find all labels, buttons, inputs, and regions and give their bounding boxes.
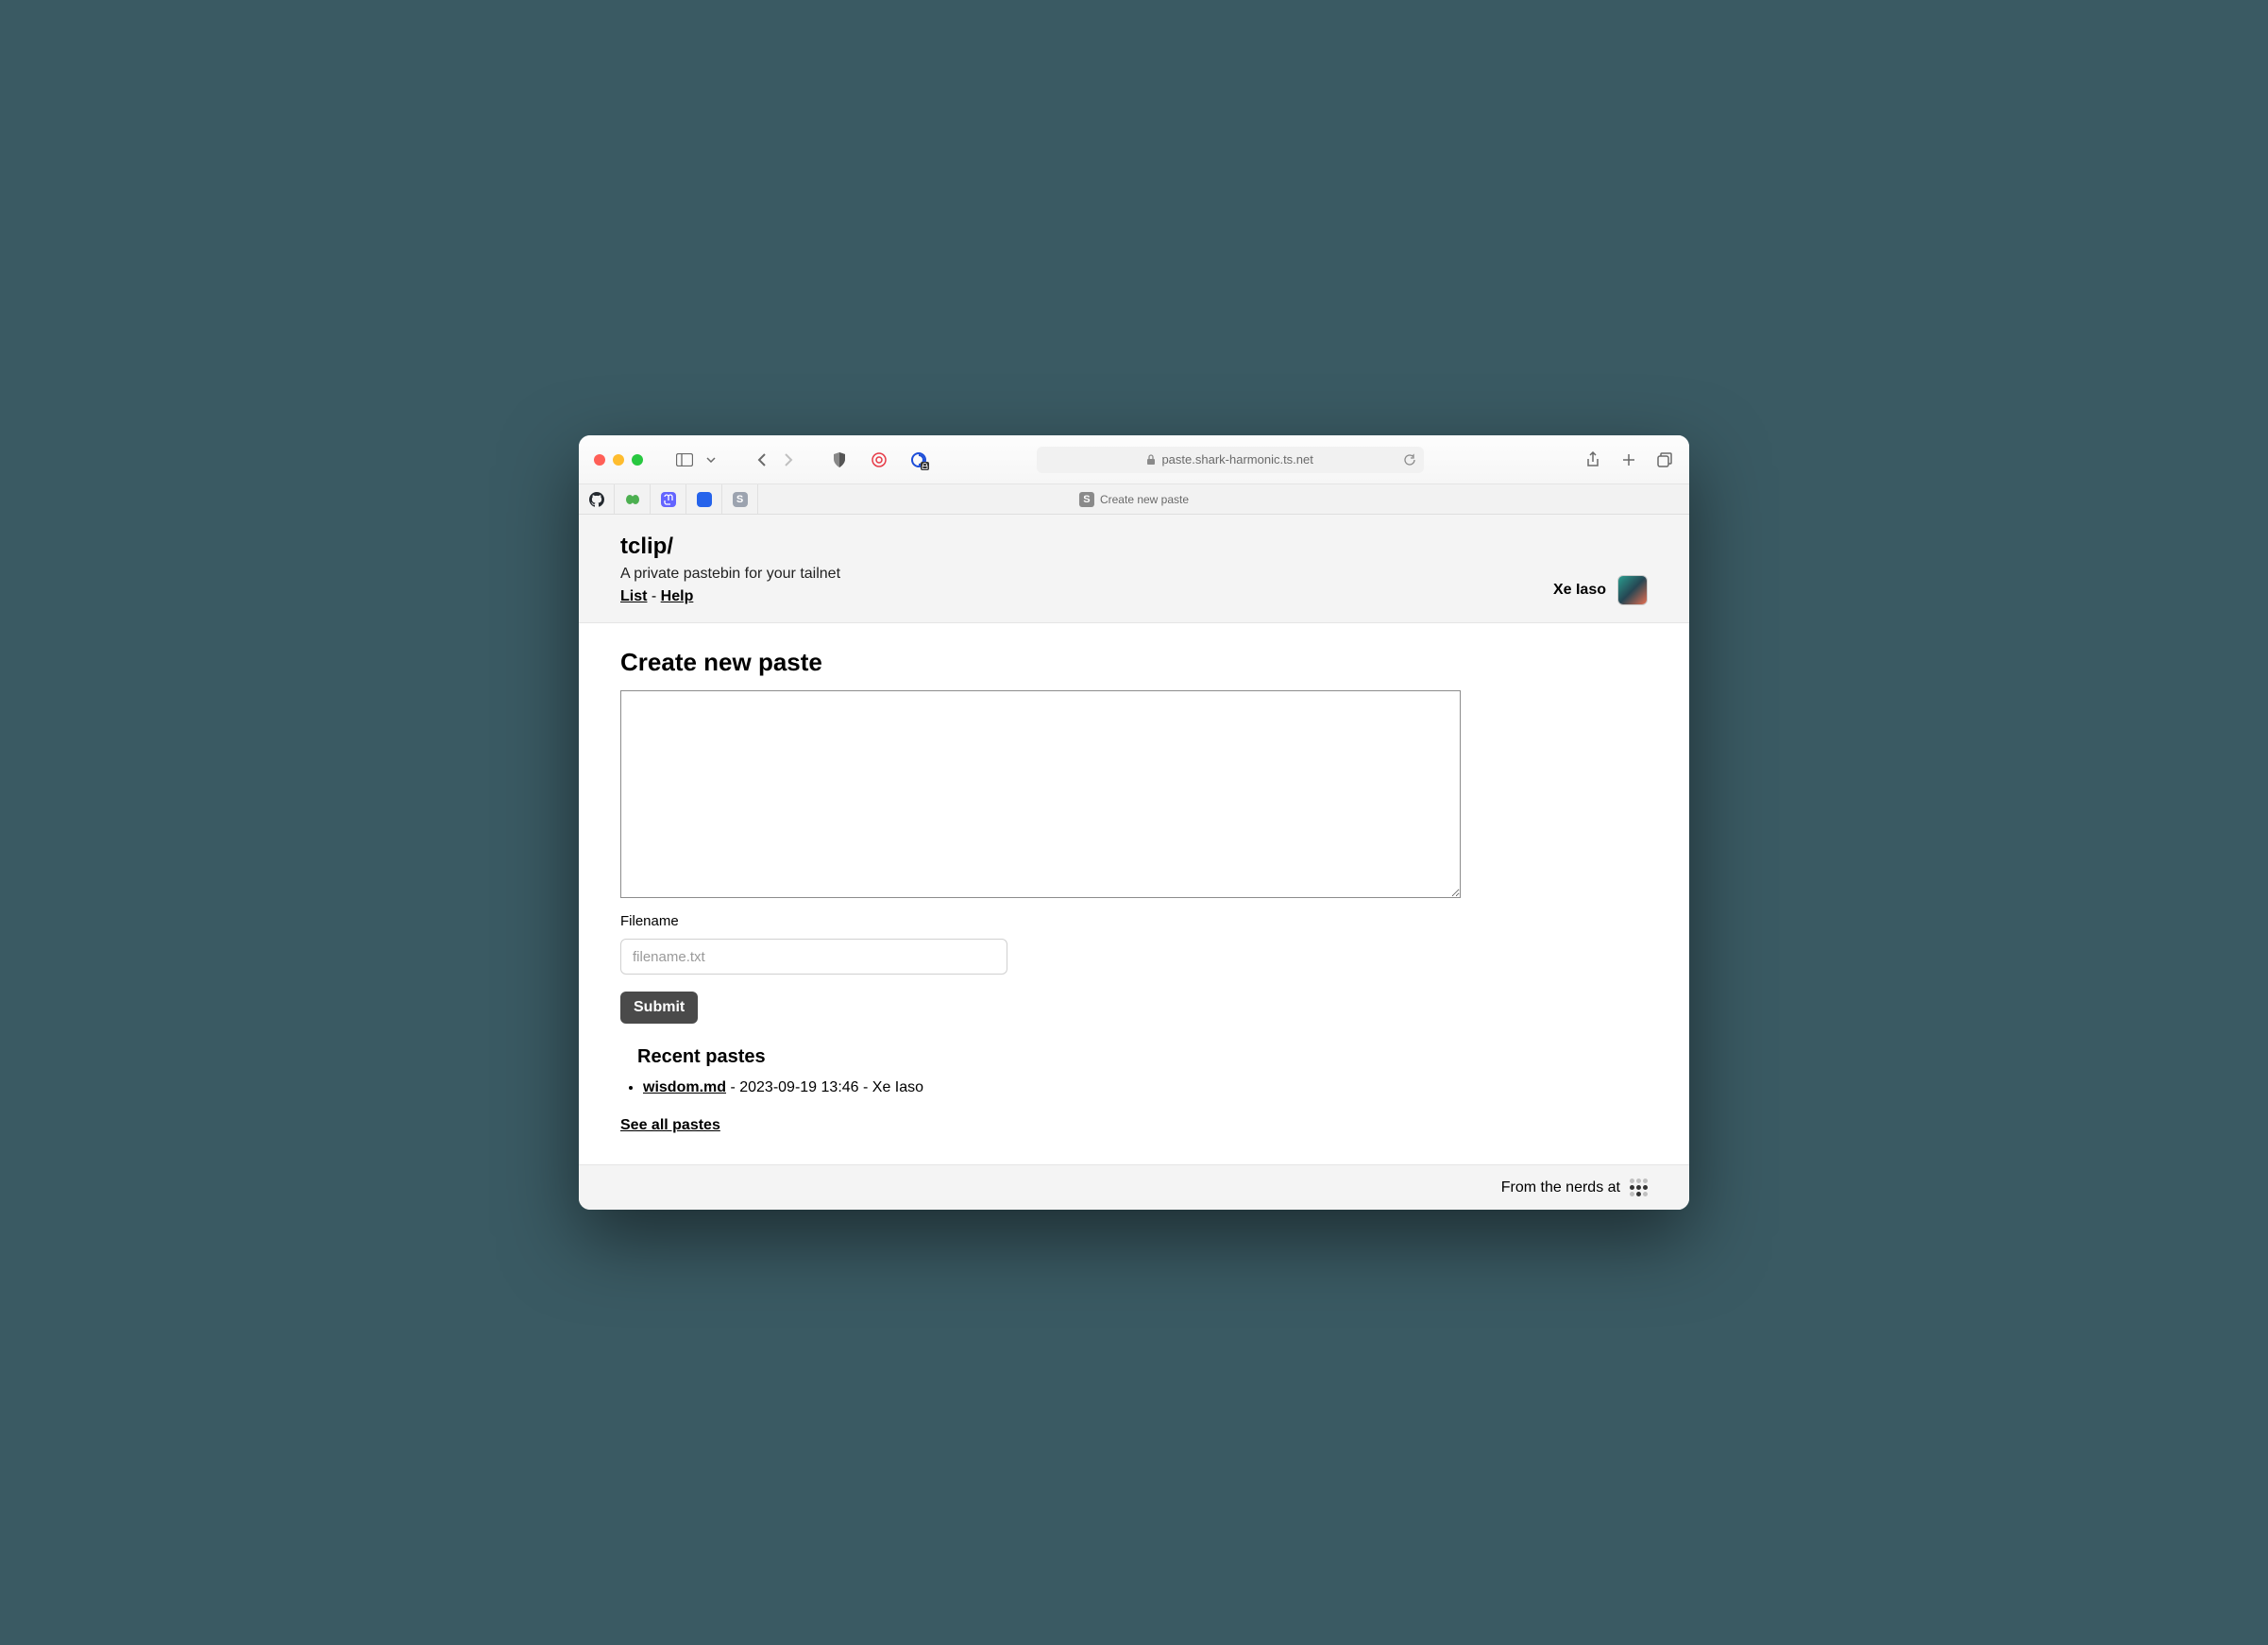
- tab-title: Create new paste: [1100, 493, 1189, 506]
- favorites-bar: S: [579, 484, 758, 514]
- titlebar: paste.shark-harmonic.ts.net: [579, 435, 1689, 484]
- share-icon[interactable]: [1583, 450, 1602, 469]
- paste-link[interactable]: wisdom.md: [643, 1079, 726, 1095]
- app-title: tclip/: [620, 534, 840, 560]
- form-heading: Create new paste: [620, 648, 1648, 677]
- footer-text: From the nerds at: [1501, 1179, 1620, 1196]
- filename-input[interactable]: [620, 939, 1007, 975]
- paste-meta: - 2023-09-19 13:46 - Xe Iaso: [726, 1079, 923, 1095]
- active-tab[interactable]: S Create new paste: [1079, 484, 1189, 514]
- tab-bar: S S Create new paste: [579, 484, 1689, 515]
- tabs-overview-icon[interactable]: [1655, 450, 1674, 469]
- back-button[interactable]: [753, 450, 771, 469]
- see-all-link[interactable]: See all pastes: [620, 1117, 720, 1133]
- recent-list: wisdom.md - 2023-09-19 13:46 - Xe Iaso: [643, 1076, 1648, 1100]
- maximize-window-button[interactable]: [632, 454, 643, 466]
- extension-icon[interactable]: [909, 450, 928, 469]
- fav-item-5[interactable]: S: [722, 484, 758, 514]
- close-window-button[interactable]: [594, 454, 605, 466]
- submit-button[interactable]: Submit: [620, 992, 698, 1024]
- user-block: Xe Iaso: [1553, 575, 1648, 605]
- browser-window: paste.shark-harmonic.ts.net: [579, 435, 1689, 1210]
- shield-icon[interactable]: [830, 450, 849, 469]
- paste-textarea[interactable]: [620, 690, 1461, 898]
- chevron-down-icon[interactable]: [702, 450, 720, 469]
- recent-heading: Recent pastes: [637, 1046, 1648, 1068]
- new-tab-icon[interactable]: [1619, 450, 1638, 469]
- app-tagline: A private pastebin for your tailnet: [620, 566, 840, 583]
- filename-label: Filename: [620, 913, 1648, 929]
- avatar[interactable]: [1617, 575, 1648, 605]
- page-header: tclip/ A private pastebin for your tailn…: [579, 515, 1689, 623]
- traffic-lights: [594, 454, 643, 466]
- minimize-window-button[interactable]: [613, 454, 624, 466]
- url-bar[interactable]: paste.shark-harmonic.ts.net: [1037, 447, 1424, 473]
- fav-item-4[interactable]: [686, 484, 722, 514]
- lock-icon: [1146, 454, 1156, 466]
- recent-section: Recent pastes wisdom.md - 2023-09-19 13:…: [620, 1046, 1648, 1134]
- fav-item-2[interactable]: [615, 484, 651, 514]
- list-item: wisdom.md - 2023-09-19 13:46 - Xe Iaso: [643, 1076, 1648, 1100]
- user-name: Xe Iaso: [1553, 582, 1606, 599]
- refresh-icon[interactable]: [1404, 453, 1416, 466]
- privacy-icon[interactable]: [870, 450, 889, 469]
- forward-button: [779, 450, 798, 469]
- footer: From the nerds at: [579, 1164, 1689, 1210]
- fav-mastodon[interactable]: [651, 484, 686, 514]
- fav-github[interactable]: [579, 484, 615, 514]
- tab-favicon: S: [1079, 492, 1094, 507]
- nav-help-link[interactable]: Help: [661, 588, 694, 604]
- url-text: paste.shark-harmonic.ts.net: [1161, 452, 1312, 466]
- nav-list-link[interactable]: List: [620, 588, 647, 604]
- sidebar-toggle-icon[interactable]: [675, 450, 694, 469]
- main-content: Create new paste Filename Submit Recent …: [579, 623, 1689, 1164]
- tailscale-logo-icon: [1630, 1179, 1648, 1196]
- header-nav: List - Help: [620, 588, 840, 605]
